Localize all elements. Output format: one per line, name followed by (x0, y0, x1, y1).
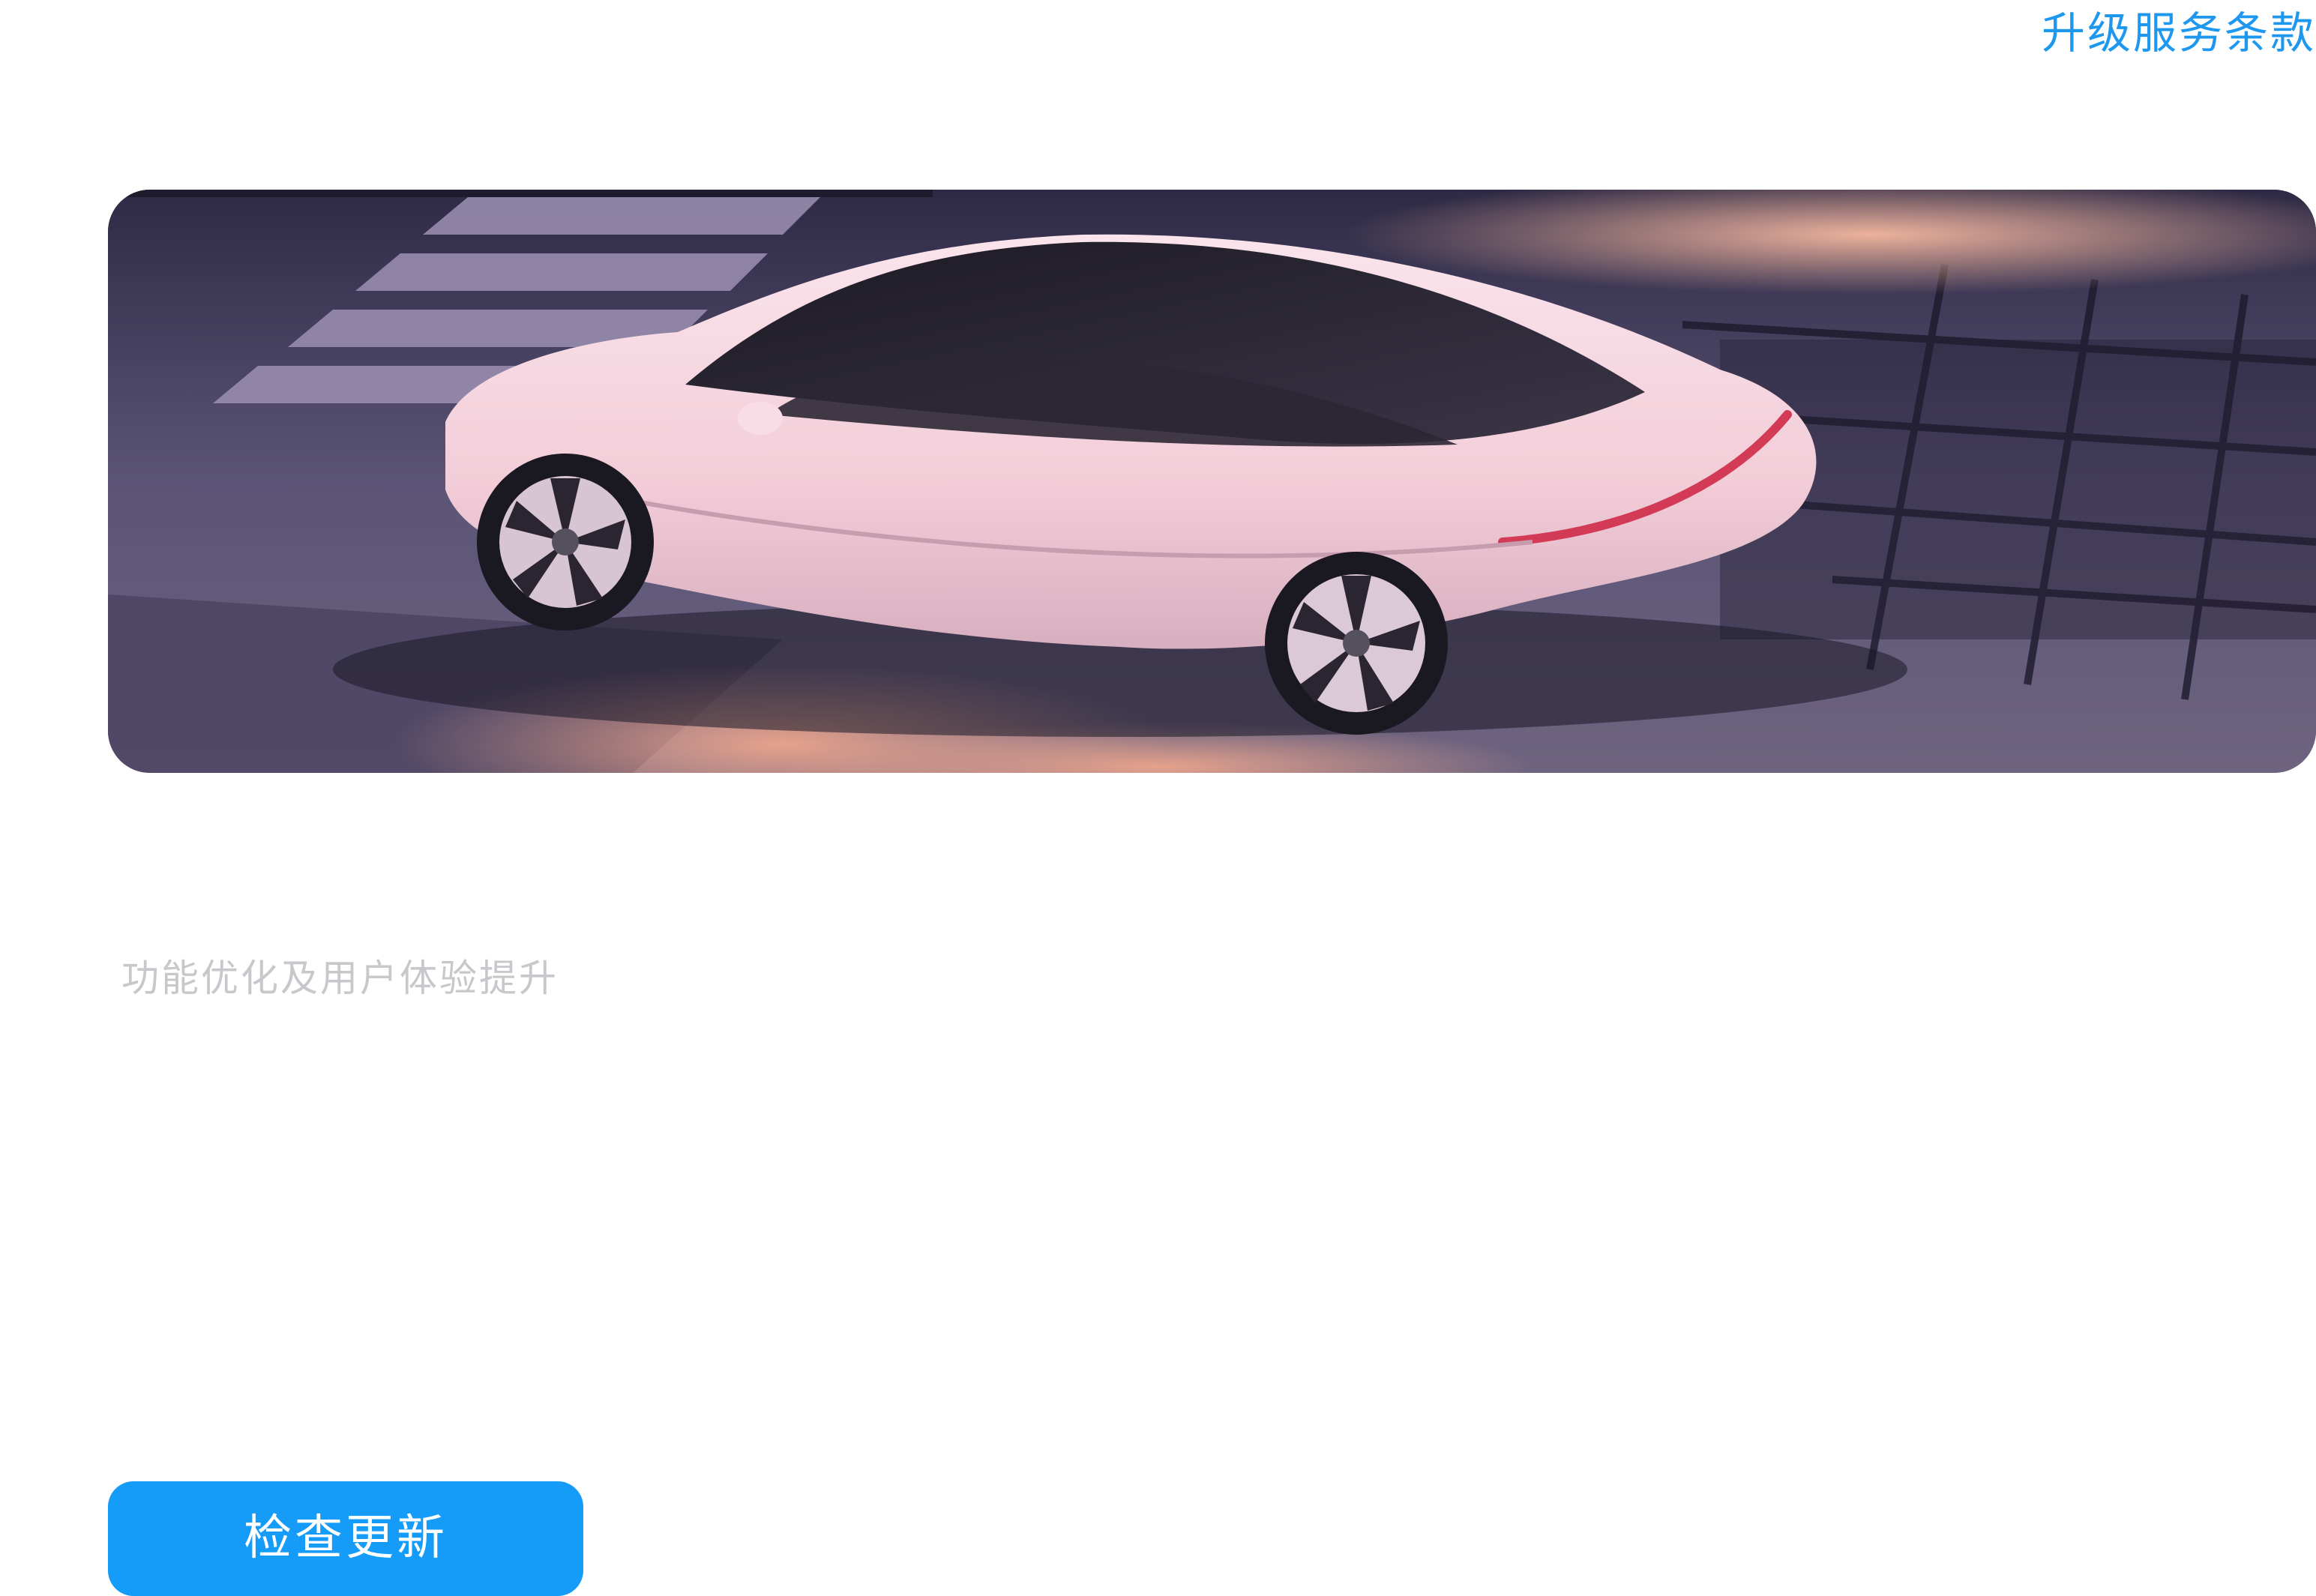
update-description: 功能优化及用户体验提升 (121, 957, 559, 1000)
upgrade-terms-link[interactable]: 升级服务条款 (2042, 4, 2316, 61)
car-hero-image (108, 190, 2316, 773)
update-page: 升级服务条款 功能优化及用户体验提升 检查更新 (0, 0, 2316, 1596)
check-update-button[interactable]: 检查更新 (108, 1481, 583, 1596)
